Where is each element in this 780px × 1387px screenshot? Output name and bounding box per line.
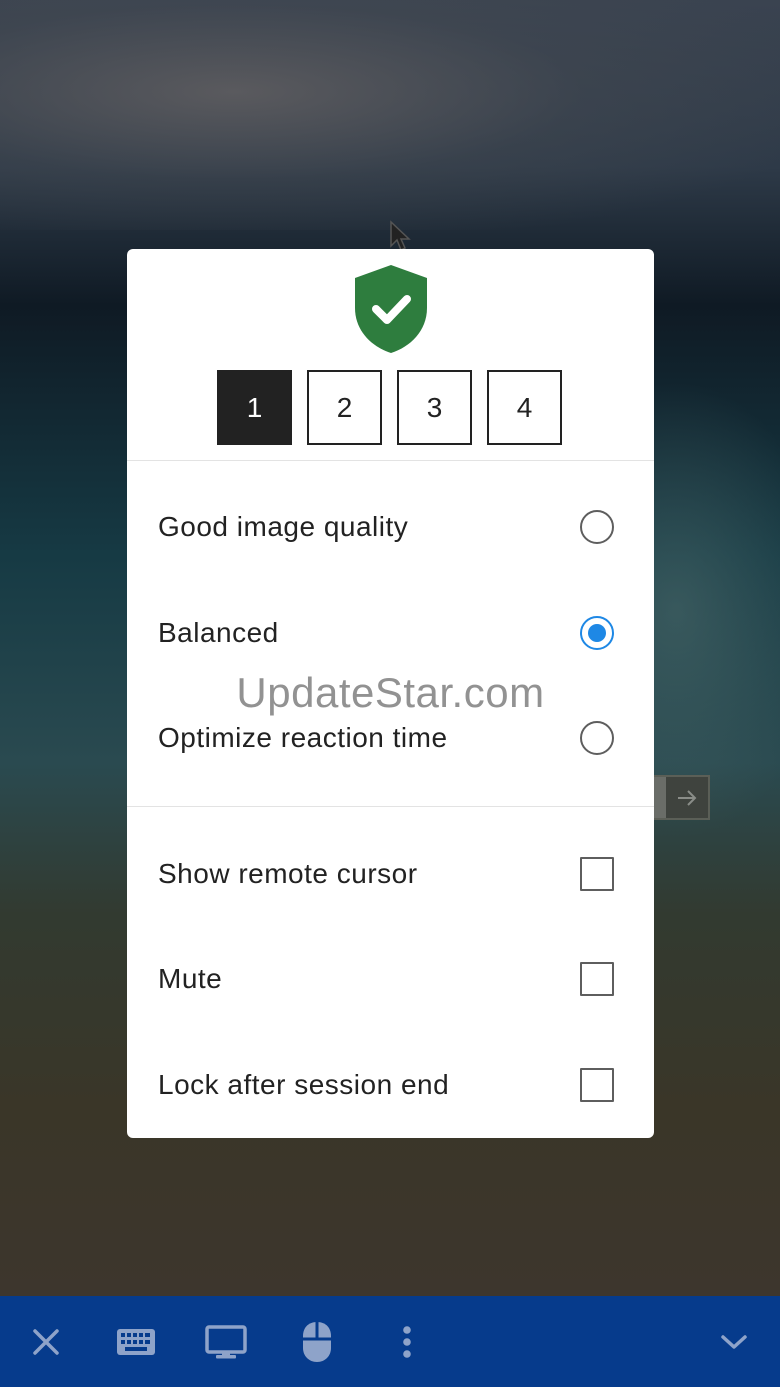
radio-button[interactable] [580,510,614,544]
monitor-3-button[interactable]: 3 [397,370,472,445]
quality-option-label: Balanced [158,617,279,648]
arrow-right-icon [666,788,708,808]
setting-mute[interactable]: Mute [158,949,614,1009]
side-panel-arrow-button[interactable] [652,775,710,820]
quality-option-balanced[interactable]: Balanced [158,603,614,663]
radio-dot [588,624,606,642]
close-icon [33,1328,59,1355]
monitor-selector: 1 2 3 4 [217,370,562,445]
setting-show-remote-cursor[interactable]: Show remote cursor [158,844,614,904]
keyboard-button[interactable] [110,1296,162,1387]
mouse-button[interactable] [291,1296,343,1387]
side-panel-stub [654,777,666,818]
quality-option-good-image[interactable]: Good image quality [158,497,614,557]
divider [127,460,654,461]
monitor-1-button[interactable]: 1 [217,370,292,445]
divider [127,806,654,807]
background-blur-top [0,0,780,230]
setting-label: Lock after session end [158,1069,450,1100]
collapse-toolbar-button[interactable] [708,1296,760,1387]
monitor-4-button[interactable]: 4 [487,370,562,445]
quality-option-label: Good image quality [158,511,409,542]
checkbox[interactable] [580,962,614,996]
session-options-dialog: 1 2 3 4 Good image quality Balanced Opti… [127,249,654,1138]
monitor-button[interactable] [200,1296,252,1387]
radio-button[interactable] [580,721,614,755]
chevron-down-icon [721,1334,747,1349]
bottom-toolbar [0,1296,780,1387]
setting-lock-after-session[interactable]: Lock after session end [158,1055,614,1115]
quality-option-label: Optimize reaction time [158,722,448,753]
shield-check-icon [355,265,427,353]
more-options-button[interactable] [381,1296,433,1387]
radio-button-selected[interactable] [580,616,614,650]
setting-label: Show remote cursor [158,858,418,889]
quality-option-optimize-reaction[interactable]: Optimize reaction time [158,708,614,768]
monitor-2-button[interactable]: 2 [307,370,382,445]
setting-label: Mute [158,963,223,994]
mouse-icon [303,1321,331,1362]
more-vertical-icon [403,1325,411,1358]
close-button[interactable] [20,1296,72,1387]
checkbox[interactable] [580,1068,614,1102]
monitor-icon [205,1324,247,1358]
checkbox[interactable] [580,857,614,891]
keyboard-icon [117,1328,155,1355]
